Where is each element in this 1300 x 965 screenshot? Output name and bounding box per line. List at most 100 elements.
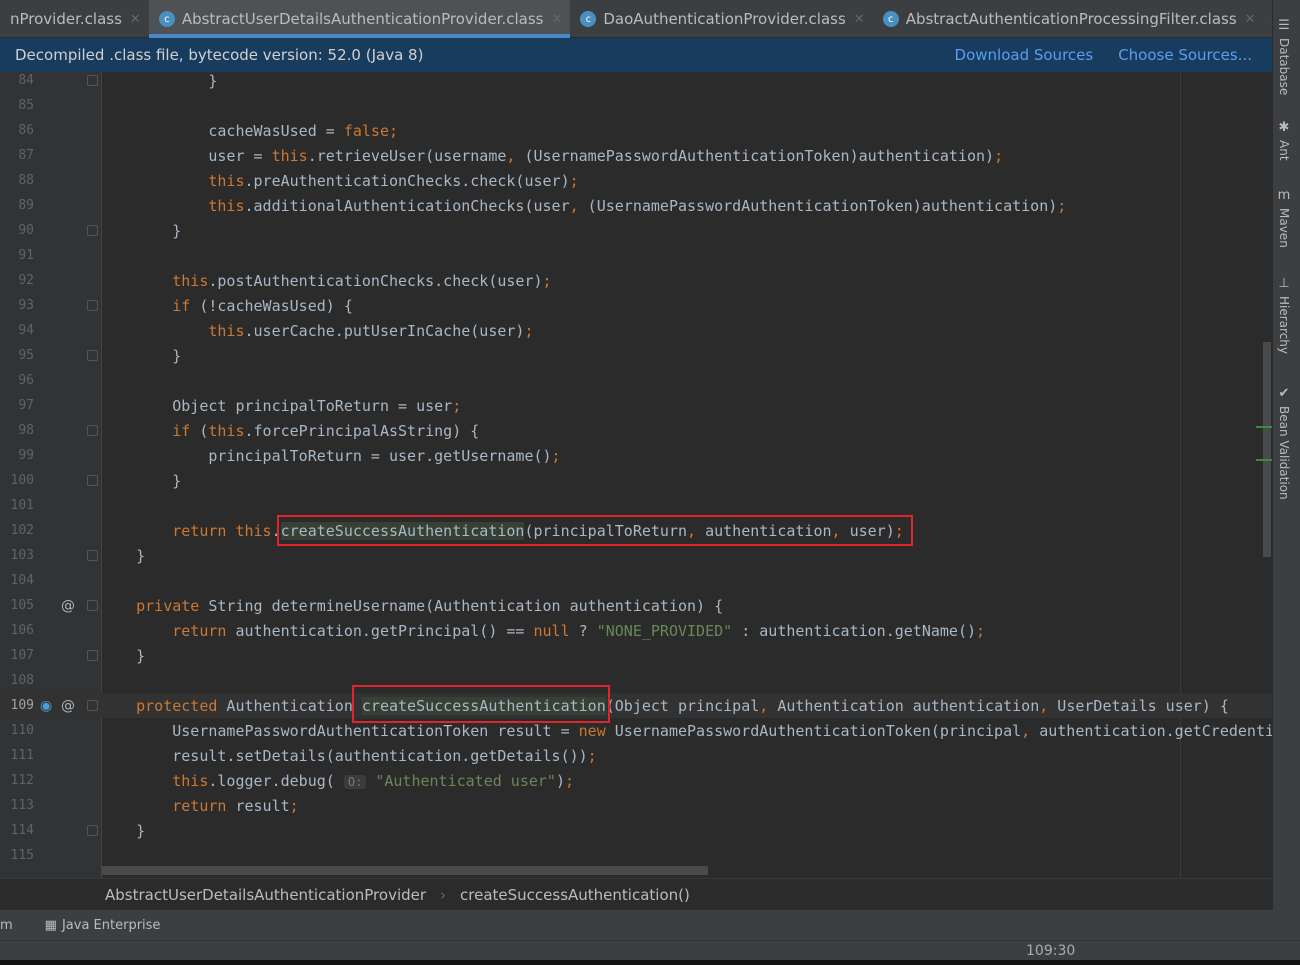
tab-3[interactable]: c AbstractAuthenticationProcessingFilter.…	[873, 0, 1264, 38]
code-line[interactable]: 92 this.postAuthenticationChecks.check(u…	[0, 268, 1272, 293]
chevron-right-icon: ›	[440, 885, 447, 904]
line-number: 91	[18, 248, 34, 263]
code-token: UsernamePasswordAuthenticationToken(prin…	[605, 721, 1022, 740]
ant-tool[interactable]: ✱ Ant	[1277, 120, 1291, 161]
code-line[interactable]: 104	[0, 568, 1272, 593]
code-line[interactable]: 103 }	[0, 543, 1272, 568]
fold-marker-icon[interactable]	[87, 600, 98, 611]
code-line[interactable]: 107 }	[0, 643, 1272, 668]
code-line[interactable]: 114 }	[0, 818, 1272, 843]
choose-sources-link[interactable]: Choose Sources...	[1118, 46, 1252, 64]
code-line[interactable]: 112 this.logger.debug( O: "Authenticated…	[0, 768, 1272, 793]
download-sources-link[interactable]: Download Sources	[955, 46, 1094, 64]
code-line[interactable]: 95 }	[0, 343, 1272, 368]
code-editor[interactable]: 84 } 85 86 cacheWasUsed = false; 87 user = …	[0, 72, 1272, 878]
database-tool[interactable]: ☰ Database	[1277, 18, 1291, 95]
line-number: 94	[18, 323, 34, 338]
code-line[interactable]: 113 return result;	[0, 793, 1272, 818]
change-marker	[1256, 426, 1272, 428]
maven-tool[interactable]: m Maven	[1277, 188, 1291, 248]
code-token: )	[555, 771, 565, 790]
code-line[interactable]: 96	[0, 368, 1272, 393]
line-number: 108	[10, 673, 34, 688]
code-line[interactable]: 86 cacheWasUsed = false;	[0, 118, 1272, 143]
tool-window-partial[interactable]: m	[0, 918, 13, 933]
close-icon[interactable]: ✕	[1245, 12, 1256, 27]
code-token: .additionalAuthenticationChecks(user	[244, 196, 570, 215]
tab-0[interactable]: nProvider.class ✕	[0, 0, 149, 38]
class-file-icon: c	[158, 11, 175, 27]
code-token: }	[100, 221, 182, 240]
code-token: ,	[1021, 721, 1031, 740]
code-line[interactable]: 111 result.setDetails(authentication.get…	[0, 743, 1272, 768]
bean-validation-tool[interactable]: ✔ Bean Validation	[1277, 386, 1291, 500]
code-text: if (this.forcePrincipalAsString) {	[100, 422, 479, 440]
line-number: 93	[18, 298, 34, 313]
fold-marker-icon[interactable]	[87, 550, 98, 561]
code-line[interactable]: 87 user = this.retrieveUser(username, (U…	[0, 143, 1272, 168]
code-line[interactable]: 85	[0, 93, 1272, 118]
breadcrumb-class[interactable]: AbstractUserDetailsAuthenticationProvide…	[105, 886, 426, 904]
code-line[interactable]: 108	[0, 668, 1272, 693]
override-icon[interactable]: ◉	[40, 698, 52, 714]
cursor-position[interactable]: 109:30	[1026, 943, 1075, 959]
code-token: authentication.getPrincipal() ==	[226, 621, 534, 640]
code-token: Authentication authentication	[768, 696, 1040, 715]
fold-marker-icon[interactable]	[87, 425, 98, 436]
code-text: }	[100, 547, 145, 565]
code-line[interactable]: 89 this.additionalAuthenticationChecks(u…	[0, 193, 1272, 218]
code-text: this.logger.debug( O: "Authenticated use…	[100, 772, 574, 790]
code-line[interactable]: 99 principalToReturn = user.getUsername(…	[0, 443, 1272, 468]
code-line[interactable]: 100 }	[0, 468, 1272, 493]
code-line[interactable]: 98 if (this.forcePrincipalAsString) {	[0, 418, 1272, 443]
code-line[interactable]: 109 @ ◉ protected Authentication createSuc…	[0, 693, 1272, 718]
fold-marker-icon[interactable]	[87, 825, 98, 836]
code-line[interactable]: 94 this.userCache.putUserInCache(user);	[0, 318, 1272, 343]
annotation-icon[interactable]: @	[61, 698, 75, 714]
line-number: 113	[10, 798, 34, 813]
line-number: 85	[18, 98, 34, 113]
fold-marker-icon[interactable]	[87, 700, 98, 711]
line-number: 86	[18, 123, 34, 138]
horizontal-scrollbar[interactable]	[102, 866, 708, 875]
code-line[interactable]: 105 @ private String determineUsername(Au…	[0, 593, 1272, 618]
editor-tabs: nProvider.class ✕ c AbstractUserDetailsAut…	[0, 0, 1295, 38]
fold-marker-icon[interactable]	[87, 300, 98, 311]
code-line[interactable]: 110 UsernamePasswordAuthenticationToken …	[0, 718, 1272, 743]
keyword-token: this	[172, 771, 209, 790]
code-text: }	[100, 222, 181, 240]
fold-marker-icon[interactable]	[87, 350, 98, 361]
code-text: Object principalToReturn = user;	[100, 397, 461, 415]
tab-2[interactable]: c DaoAuthenticationProvider.class ✕	[570, 0, 872, 38]
code-line[interactable]: 97 Object principalToReturn = user;	[0, 393, 1272, 418]
tab-1[interactable]: c AbstractUserDetailsAuthenticationProvid…	[148, 0, 571, 38]
code-line[interactable]: 84 }	[0, 72, 1272, 93]
fold-marker-icon[interactable]	[87, 650, 98, 661]
close-icon[interactable]: ✕	[130, 12, 141, 27]
hierarchy-tool[interactable]: ⊥ Hierarchy	[1277, 276, 1291, 354]
code-line[interactable]: 106 return authentication.getPrincipal()…	[0, 618, 1272, 643]
fold-marker-icon[interactable]	[87, 75, 98, 86]
line-number: 96	[18, 373, 34, 388]
code-line[interactable]: 88 this.preAuthenticationChecks.check(us…	[0, 168, 1272, 193]
code-line[interactable]: 91	[0, 243, 1272, 268]
code-token: cacheWasUsed =	[100, 121, 344, 140]
code-line[interactable]: 90 }	[0, 218, 1272, 243]
vertical-scrollbar[interactable]	[1263, 342, 1271, 557]
breadcrumb-method[interactable]: createSuccessAuthentication()	[460, 886, 690, 904]
code-token: Authentication	[217, 696, 362, 715]
java-enterprise-button[interactable]: Java Enterprise	[62, 918, 160, 933]
code-text: }	[100, 822, 145, 840]
code-token: (	[190, 421, 209, 440]
code-text: this.postAuthenticationChecks.check(user…	[100, 272, 551, 290]
annotation-icon[interactable]: @	[61, 598, 75, 614]
close-icon[interactable]: ✕	[854, 12, 865, 27]
code-line[interactable]: 93 if (!cacheWasUsed) {	[0, 293, 1272, 318]
fold-marker-icon[interactable]	[87, 475, 98, 486]
fold-marker-icon[interactable]	[87, 225, 98, 236]
close-icon[interactable]: ✕	[551, 12, 562, 27]
code-line[interactable]: 115	[0, 843, 1272, 868]
